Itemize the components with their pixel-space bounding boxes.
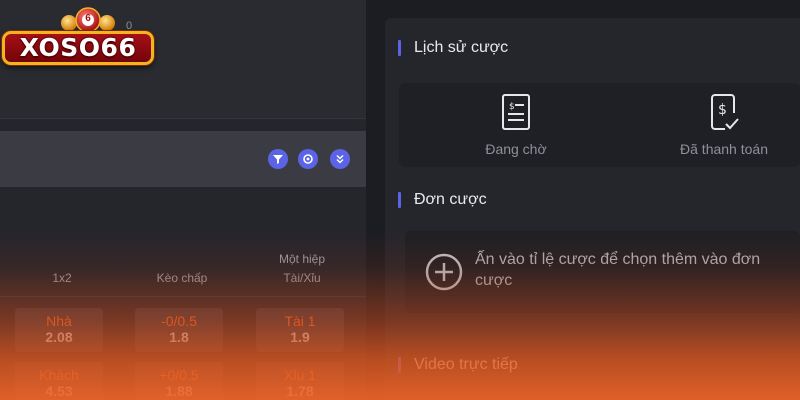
- filter-icon[interactable]: [268, 149, 288, 169]
- odd-label: Tài 1: [284, 313, 316, 329]
- odd-label: Xỉu 1: [284, 367, 316, 383]
- column-header-1x2: 1x2: [52, 271, 72, 285]
- ball-number: 6: [85, 13, 91, 24]
- bet-sidebar: Lịch sử cược $ Đang chờ $ Đã thanh toán …: [385, 18, 800, 400]
- odd-label: Khách: [39, 367, 79, 383]
- bet-history-box: $ Đang chờ $ Đã thanh toán: [399, 83, 800, 167]
- brand-logo[interactable]: 6 XOSO66: [2, 6, 154, 66]
- bet-slip-empty-box: Ấn vào tỉ lệ cược để chọn thêm vào đơn c…: [405, 231, 800, 313]
- add-bet-icon[interactable]: [425, 253, 463, 291]
- counter-badge: 0: [126, 20, 133, 32]
- divider: [0, 296, 366, 297]
- logo-wordmark: XOSO66: [2, 31, 154, 65]
- odd-value: 1.78: [286, 383, 314, 399]
- paid-receipt-icon: $: [711, 94, 739, 130]
- settled-bets-tab[interactable]: $ Đã thanh toán: [649, 93, 799, 157]
- match-header-bar: [0, 131, 366, 187]
- odd-label: +0/0.5: [159, 367, 199, 383]
- settings-icon[interactable]: [298, 149, 318, 169]
- tab-label: Đang chờ: [485, 141, 547, 157]
- odd-cell[interactable]: Xỉu 1 1.78: [256, 362, 344, 400]
- odd-cell[interactable]: Nhà 2.08: [15, 308, 103, 352]
- section-accent: [398, 357, 401, 373]
- expand-icon[interactable]: [330, 149, 350, 169]
- odd-cell[interactable]: Khách 4.53: [15, 362, 103, 400]
- pending-document-icon: $: [502, 94, 530, 130]
- column-header-handicap: Kèo chấp: [156, 271, 208, 285]
- section-accent: [398, 40, 401, 56]
- pending-bets-tab[interactable]: $ Đang chờ: [441, 93, 591, 157]
- section-accent: [398, 192, 401, 208]
- odd-cell[interactable]: -0/0.5 1.8: [135, 308, 223, 352]
- odd-cell[interactable]: Tài 1 1.9: [256, 308, 344, 352]
- odds-panel: 6 XOSO66 0 1x2 Kèo chấp Một hiệp Tài/Xỉu…: [0, 0, 366, 400]
- odd-value: 4.53: [45, 383, 73, 399]
- odd-value: 1.8: [169, 329, 189, 345]
- lottery-balls-icon: 6: [58, 6, 118, 34]
- bet-slip-empty-message: Ấn vào tỉ lệ cược để chọn thêm vào đơn c…: [475, 251, 761, 289]
- column-header-half-time: Một hiệp: [278, 252, 326, 266]
- odd-value: 2.08: [45, 329, 73, 345]
- svg-text:$: $: [509, 102, 515, 112]
- odd-cell[interactable]: +0/0.5 1.88: [135, 362, 223, 400]
- divider: [0, 118, 366, 119]
- odd-label: Nhà: [46, 313, 72, 329]
- odd-value: 1.88: [165, 383, 193, 399]
- odd-label: -0/0.5: [161, 313, 197, 329]
- tab-label: Đã thanh toán: [680, 141, 768, 157]
- odd-value: 1.9: [290, 329, 310, 345]
- column-header-over-under: Tài/Xỉu: [283, 271, 321, 285]
- live-video-title: Video trực tiếp: [414, 356, 518, 373]
- bet-history-title: Lịch sử cược: [414, 39, 509, 56]
- svg-text:$: $: [718, 102, 727, 118]
- bet-slip-title: Đơn cược: [414, 191, 487, 208]
